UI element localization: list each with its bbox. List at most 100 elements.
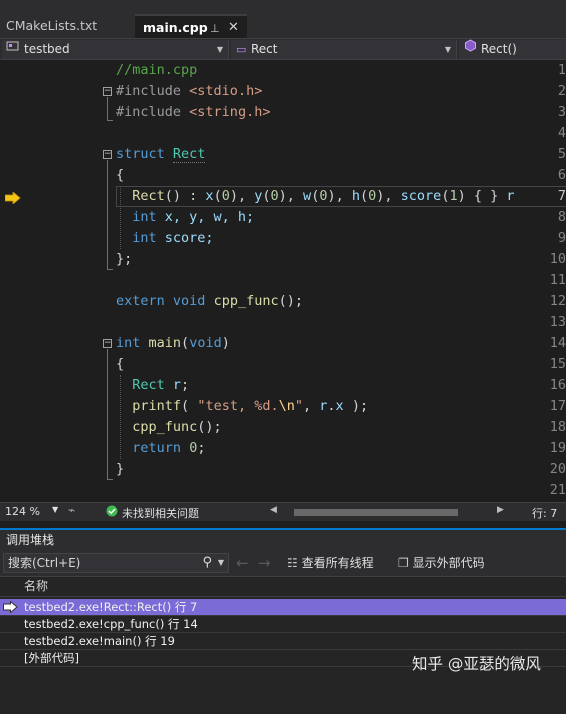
punct: ( <box>181 398 198 414</box>
code-line-3: #include <string.h> <box>116 102 270 123</box>
project-label: testbed <box>24 42 70 56</box>
string: "test, %d. <box>197 398 279 414</box>
scope-dropdown[interactable]: ▭ Rect ▼ <box>231 40 457 59</box>
fold-line <box>107 160 108 270</box>
method-icon <box>464 39 477 58</box>
header-name: <stdio.h> <box>189 83 263 99</box>
code-editor[interactable]: 1 2 3 4 5 6 7 8 9 10 11 12 13 14 15 16 1… <box>0 60 566 502</box>
line-number: 17 <box>549 398 566 414</box>
external-code-icon: ❐ <box>398 556 409 570</box>
punct: (); <box>278 293 303 309</box>
code-line-10: }; <box>116 249 132 270</box>
scroll-right-icon[interactable]: ▶ <box>497 505 504 515</box>
member-label: Rect() <box>481 42 517 56</box>
keyword: void <box>172 293 206 309</box>
keyword: struct <box>116 146 165 162</box>
member-dropdown[interactable]: Rect() <box>459 39 566 59</box>
show-all-threads-button[interactable]: ☷ 查看所有线程 <box>287 553 374 573</box>
line-number: 10 <box>549 251 566 267</box>
variable: r <box>164 377 182 393</box>
close-icon[interactable]: ✕ <box>228 16 239 40</box>
code-line-8: int x, y, w, h; <box>116 207 254 228</box>
tab-main-cpp[interactable]: main.cpp ⊣ ✕ <box>135 14 247 38</box>
code-line-16: Rect r; <box>116 375 189 396</box>
issues-status[interactable]: 未找到相关问题 <box>122 505 199 521</box>
code-line-17: printf( "test, %d.\n", r.x ); <box>116 396 368 417</box>
number: 0 <box>270 188 279 204</box>
line-number: 4 <box>557 125 566 141</box>
code-line-15: { <box>116 354 124 375</box>
line-number: 2 <box>557 83 566 99</box>
chevron-down-icon[interactable]: ▼ <box>218 554 224 572</box>
punct: ) <box>221 335 230 351</box>
callstack-grid: 名称 testbed2.exe!Rect::Rect() 行 7 testbed… <box>0 576 566 714</box>
table-row[interactable]: testbed2.exe!cpp_func() 行 14 <box>0 616 566 633</box>
fold-collapse-icon[interactable]: − <box>103 87 112 96</box>
chevron-down-icon[interactable]: ▼ <box>52 505 58 514</box>
punct: ), <box>229 188 255 204</box>
callstack-panel-title: 调用堆栈 <box>0 528 566 550</box>
search-icon[interactable]: ⚲ <box>202 554 212 572</box>
string: " <box>294 398 303 414</box>
punct: , <box>303 398 320 414</box>
member: h <box>351 188 360 204</box>
punct: ( <box>262 188 271 204</box>
table-row[interactable]: testbed2.exe!main() 行 19 <box>0 633 566 650</box>
code-line-19: return 0; <box>116 438 205 459</box>
zoom-level[interactable]: 124 % <box>5 505 40 518</box>
comment: //main.cpp <box>116 62 198 78</box>
brace: }; <box>116 251 133 267</box>
code-line-6: { <box>116 165 124 186</box>
execution-arrow-icon <box>4 191 21 207</box>
escape: \n <box>278 398 295 414</box>
line-number: 8 <box>557 209 566 225</box>
fold-collapse-icon[interactable]: − <box>103 339 112 348</box>
scroll-left-icon[interactable]: ◀ <box>270 505 277 515</box>
punct: ; <box>181 377 190 393</box>
code-line-12: extern void cpp_func(); <box>116 291 303 312</box>
fold-line <box>107 97 108 121</box>
line-number: 6 <box>557 167 566 183</box>
fold-collapse-icon[interactable]: − <box>103 150 112 159</box>
tab-cmakelists[interactable]: CMakeLists.txt <box>0 14 135 38</box>
punct: ; <box>197 440 206 456</box>
show-external-code-button[interactable]: ❐ 显示外部代码 <box>398 553 485 573</box>
watermark: 知乎 @亚瑟的微风 <box>412 655 541 673</box>
callstack-toolbar: 搜索(Ctrl+E) ⚲ ▼ ← → ☷ 查看所有线程 ❐ 显示外部代码 <box>0 550 566 576</box>
line-number: 16 <box>549 377 566 393</box>
line-number: 12 <box>549 293 566 309</box>
code-line-9: int score; <box>116 228 213 249</box>
show-external-code-label: 显示外部代码 <box>412 556 485 570</box>
scope-label: Rect <box>251 42 278 56</box>
line-number: 9 <box>557 230 566 246</box>
frame-label: testbed2.exe!Rect::Rect() 行 7 <box>24 600 198 614</box>
member: x <box>335 398 344 414</box>
horizontal-scrollbar-thumb[interactable] <box>294 509 458 516</box>
function-name: cpp_func <box>132 419 198 435</box>
show-all-threads-label: 查看所有线程 <box>301 556 374 570</box>
pin-icon[interactable]: ⊣ <box>202 23 226 33</box>
line-number: 18 <box>549 419 566 435</box>
threads-icon: ☷ <box>287 556 298 570</box>
punct: ( <box>181 335 190 351</box>
navigation-bar: testbed ▼ ▭ Rect ▼ Rect() <box>0 38 566 60</box>
line-number: 20 <box>549 461 566 477</box>
punct: . <box>327 398 336 414</box>
keyword: return <box>132 440 182 456</box>
line-number: 14 <box>549 335 566 351</box>
column-header-name[interactable]: 名称 <box>24 577 48 596</box>
punct: ( <box>360 188 369 204</box>
fold-line-end <box>107 479 113 480</box>
frame-label: testbed2.exe!main() 行 19 <box>24 634 175 648</box>
project-dropdown[interactable]: testbed ▼ <box>2 40 229 59</box>
back-arrow-icon[interactable]: ← <box>236 553 249 573</box>
chevron-down-icon: ▼ <box>444 45 451 54</box>
frame-label: testbed2.exe!cpp_func() 行 14 <box>24 617 198 631</box>
search-input[interactable]: 搜索(Ctrl+E) ⚲ ▼ <box>3 553 229 573</box>
fold-line <box>107 349 108 480</box>
forward-arrow-icon[interactable]: → <box>258 553 271 573</box>
punct: ), <box>327 188 352 204</box>
punct: ) { } <box>457 188 507 204</box>
code-line-5: struct Rect <box>116 144 206 165</box>
table-row[interactable]: testbed2.exe!Rect::Rect() 行 7 <box>0 599 566 616</box>
